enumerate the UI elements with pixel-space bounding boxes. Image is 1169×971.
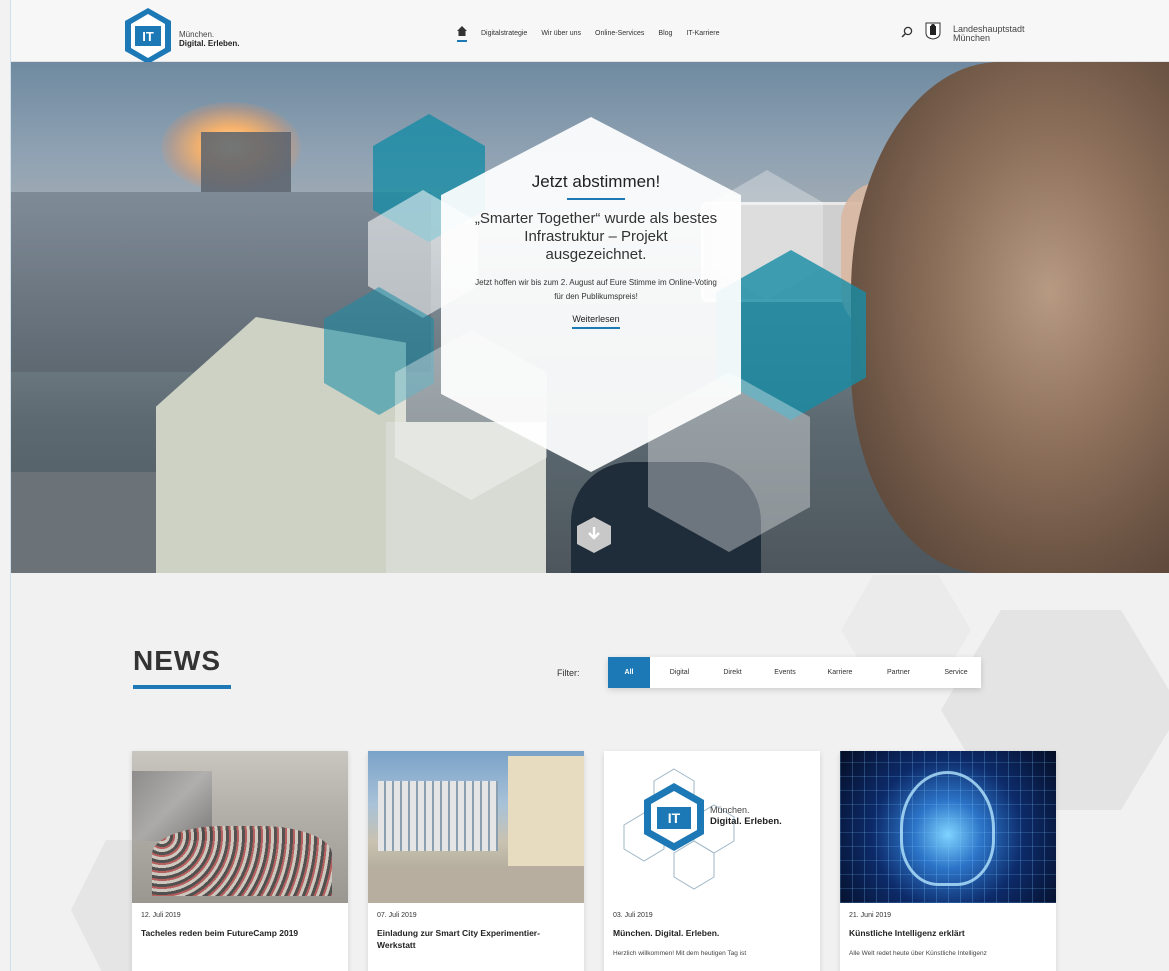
news-card-date: 07. Juli 2019 <box>377 912 417 919</box>
logo-mark: IT <box>142 29 154 44</box>
crowd-graphic <box>152 826 332 896</box>
hero-title-underline <box>567 198 625 200</box>
building-graphic <box>378 781 498 851</box>
hero-subtitle: „Smarter Together“ wurde als bestes Infr… <box>474 210 718 263</box>
news-card[interactable]: 12. Juli 2019 Tacheles reden beim Future… <box>132 751 348 971</box>
hero-title: Jetzt abstimmen! <box>531 172 661 191</box>
news-card-image[interactable] <box>132 751 348 903</box>
read-more-link[interactable]: Weiterlesen <box>572 314 620 329</box>
ai-head-graphic <box>900 771 995 886</box>
news-heading-underline <box>133 685 231 689</box>
news-card-image[interactable] <box>368 751 584 903</box>
logo-line2: Digital. Erleben. <box>179 39 240 48</box>
news-cards: 12. Juli 2019 Tacheles reden beim Future… <box>132 751 1056 971</box>
news-card-text: Alle Welt redet heute über Künstliche In… <box>849 950 987 957</box>
news-card-title[interactable]: Tacheles reden beim FutureCamp 2019 <box>141 927 339 939</box>
news-card[interactable]: IT München. Digital. Erleben. 03. Juli 2… <box>604 751 820 971</box>
news-card-title[interactable]: Einladung zur Smart City Experimentier-W… <box>377 927 575 951</box>
city-crest-icon[interactable] <box>925 22 941 45</box>
news-card-title[interactable]: Künstliche Intelligenz erklärt <box>849 927 1047 939</box>
news-card[interactable]: 21. Juni 2019 Künstliche Intelligenz erk… <box>840 751 1056 971</box>
hero-person <box>851 62 1169 573</box>
logo-line1: München. <box>710 805 750 815</box>
home-icon[interactable] <box>457 26 467 42</box>
filter-label: Filter: <box>557 668 580 678</box>
nav-item-it-karriere[interactable]: IT-Karriere <box>686 30 719 37</box>
news-heading: NEWS <box>133 645 221 676</box>
street-graphic <box>368 866 584 903</box>
hero-content: Jetzt abstimmen! „Smarter Together“ wurd… <box>451 172 741 329</box>
news-card-image[interactable] <box>840 751 1056 903</box>
search-icon[interactable] <box>901 25 913 43</box>
news-card-date: 03. Juli 2019 <box>613 912 653 919</box>
city-line2: München <box>953 32 991 43</box>
hero-banner: Jetzt abstimmen! „Smarter Together“ wurd… <box>11 62 1169 573</box>
nav-item-online-services[interactable]: Online-Services <box>595 30 644 37</box>
news-card-date: 12. Juli 2019 <box>141 912 181 919</box>
building-graphic <box>508 756 584 876</box>
logo-text[interactable]: München. Digital. Erleben. <box>179 30 239 48</box>
logo-mark: IT <box>668 810 681 826</box>
filter-digital[interactable]: Digital <box>650 657 709 688</box>
page: IT München. Digital. Erleben. Digitalstr… <box>10 0 1169 971</box>
filter-bar: All Digital Direkt Events Karriere Partn… <box>608 657 981 688</box>
news-card-title[interactable]: München. Digital. Erleben. <box>613 927 811 939</box>
news-card-image[interactable]: IT München. Digital. Erleben. <box>604 751 820 903</box>
filter-karriere[interactable]: Karriere <box>814 657 866 688</box>
filter-events[interactable]: Events <box>756 657 814 688</box>
nav-item-digitalstrategie[interactable]: Digitalstrategie <box>481 30 527 37</box>
nav-item-wir-ueber-uns[interactable]: Wir über uns <box>541 30 581 37</box>
filter-partner[interactable]: Partner <box>866 657 931 688</box>
main-nav: Digitalstrategie Wir über uns Online-Ser… <box>457 26 720 42</box>
city-name[interactable]: Landeshauptstadt München <box>953 24 1033 43</box>
news-card-date: 21. Juni 2019 <box>849 912 892 919</box>
arrow-down-icon <box>587 526 601 545</box>
header-right: Landeshauptstadt München <box>901 22 1033 45</box>
filter-service[interactable]: Service <box>931 657 981 688</box>
filter-all[interactable]: All <box>608 657 650 688</box>
logo-line1: München. <box>179 30 215 39</box>
logo-line2: Digital. Erleben. <box>710 816 782 827</box>
hero-body: Jetzt hoffen wir bis zum 2. August auf E… <box>475 278 717 301</box>
filter-direkt[interactable]: Direkt <box>709 657 756 688</box>
hero-building <box>201 132 291 192</box>
nav-item-blog[interactable]: Blog <box>658 30 672 37</box>
it-logo-icon: IT München. Digital. Erleben. <box>623 768 782 890</box>
site-header: IT München. Digital. Erleben. Digitalstr… <box>11 0 1169 64</box>
news-card[interactable]: 07. Juli 2019 Einladung zur Smart City E… <box>368 751 584 971</box>
news-card-text: Herzlich willkommen! Mit dem heutigen Ta… <box>613 950 747 957</box>
